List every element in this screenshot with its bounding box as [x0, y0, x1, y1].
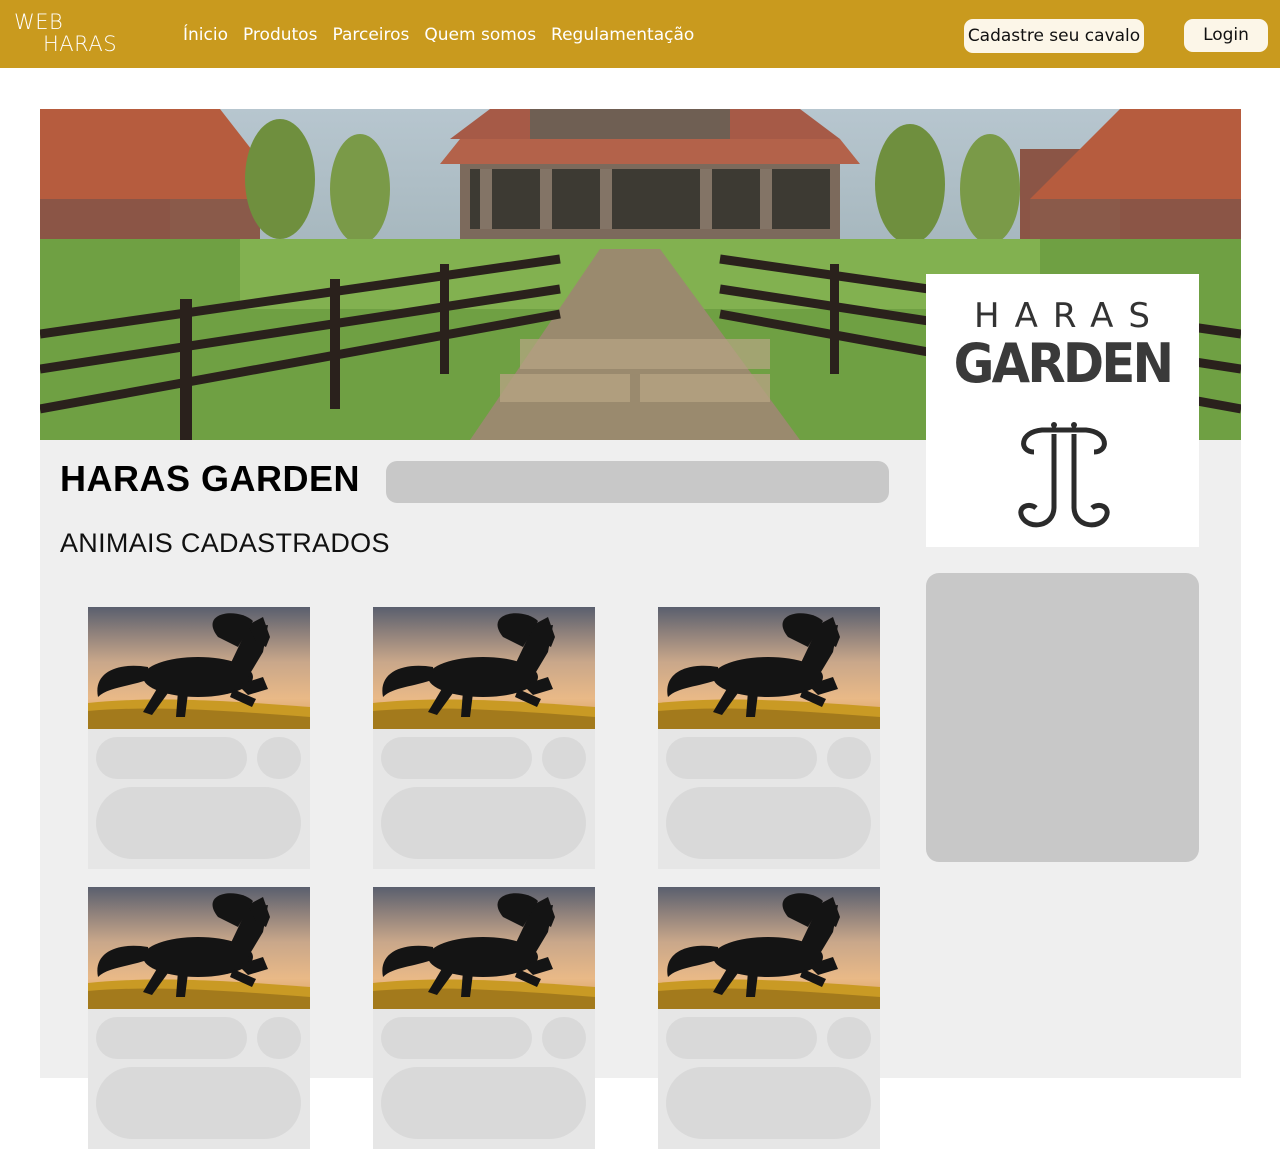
animal-name-placeholder — [96, 737, 247, 779]
farm-logo: HARAS GARDEN — [926, 274, 1199, 547]
animal-details-placeholder — [381, 787, 586, 859]
animal-action-placeholder — [827, 1017, 871, 1059]
animal-photo — [88, 887, 310, 1009]
nav-links: Ínicio Produtos Parceiros Quem somos Reg… — [183, 22, 709, 48]
animal-card[interactable] — [88, 887, 310, 1149]
animal-action-placeholder — [257, 1017, 301, 1059]
animal-photo — [88, 607, 310, 729]
animal-name-placeholder — [666, 737, 817, 779]
animal-details-placeholder — [96, 787, 301, 859]
farm-title: HARAS GARDEN — [60, 458, 361, 499]
farm-logo-line1: HARAS — [974, 296, 1165, 336]
nav-link-quem-somos[interactable]: Quem somos — [424, 22, 536, 48]
nav-link-parceiros[interactable]: Parceiros — [332, 22, 409, 48]
nav-link-regulamentacao[interactable]: Regulamentação — [551, 22, 694, 48]
nav-link-inicio[interactable]: Ínicio — [183, 22, 228, 48]
animal-photo — [658, 607, 880, 729]
top-navbar: WEB HARAS Ínicio Produtos Parceiros Quem… — [0, 0, 1280, 68]
farm-logo-line2: GARDEN — [953, 332, 1174, 395]
animal-photo — [373, 607, 595, 729]
animal-photo — [373, 887, 595, 1009]
animal-action-placeholder — [827, 737, 871, 779]
section-title-registered-animals: ANIMAIS CADASTRADOS — [60, 528, 390, 558]
animal-card[interactable] — [658, 607, 880, 869]
animal-action-placeholder — [257, 737, 301, 779]
animal-card[interactable] — [658, 887, 880, 1149]
animal-card[interactable] — [373, 887, 595, 1149]
animal-photo — [658, 887, 880, 1009]
animal-name-placeholder — [96, 1017, 247, 1059]
animal-details-placeholder — [666, 787, 871, 859]
register-horse-button[interactable]: Cadastre seu cavalo — [964, 19, 1144, 53]
login-button[interactable]: Login — [1184, 19, 1268, 52]
animal-action-placeholder — [542, 737, 586, 779]
sidebar-info-placeholder — [926, 573, 1199, 862]
nav-link-produtos[interactable]: Produtos — [243, 22, 317, 48]
logo-text-web: WEB — [14, 10, 64, 34]
search-input[interactable] — [386, 461, 889, 503]
animal-name-placeholder — [666, 1017, 817, 1059]
site-logo[interactable]: WEB HARAS — [14, 12, 124, 56]
animal-card[interactable] — [373, 607, 595, 869]
farm-emblem-icon — [1018, 422, 1110, 528]
animal-name-placeholder — [381, 1017, 532, 1059]
animal-action-placeholder — [542, 1017, 586, 1059]
animal-card[interactable] — [88, 607, 310, 869]
logo-text-haras: HARAS — [43, 32, 118, 56]
animal-name-placeholder — [381, 737, 532, 779]
